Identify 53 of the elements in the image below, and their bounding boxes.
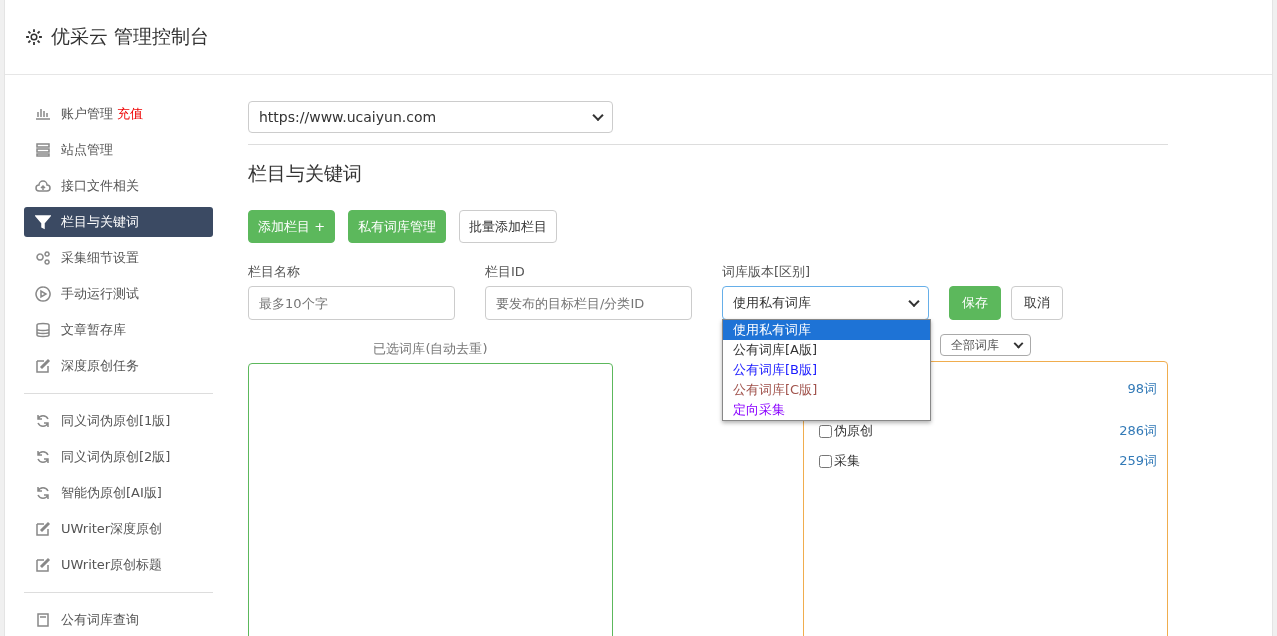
dropdown-option[interactable]: 定向采集 — [723, 400, 930, 420]
recharge-link[interactable]: 充值 — [117, 105, 143, 123]
database-icon — [35, 322, 51, 338]
refresh-icon — [35, 485, 51, 501]
word-count: 286词 — [1119, 422, 1157, 440]
edit-icon — [35, 521, 51, 537]
sidebar-item[interactable]: 栏目与关键词 — [24, 207, 213, 237]
toolbar-button[interactable]: 批量添加栏目 — [459, 210, 558, 243]
filter-icon — [35, 214, 51, 230]
library-checkbox[interactable] — [819, 424, 832, 438]
dropdown-option[interactable]: 公有词库[B版] — [723, 360, 930, 380]
sidebar-item[interactable]: 同义词伪原创[2版] — [24, 442, 213, 472]
library-name: 采集 — [834, 452, 860, 470]
sidebar-item[interactable]: 公有词库查询 — [24, 605, 213, 635]
library-checkbox[interactable] — [819, 454, 832, 468]
sidebar-item[interactable]: 手动运行测试 — [24, 279, 213, 309]
library-filter-select[interactable]: 全部词库 — [940, 334, 1031, 356]
sidebar-item[interactable]: 账户管理 充值 — [24, 99, 213, 129]
cloud-icon — [35, 178, 51, 194]
settings-icon — [25, 28, 43, 46]
sidebar-item[interactable]: 采集细节设置 — [24, 243, 213, 273]
edit-icon — [35, 358, 51, 374]
word-count: 259词 — [1119, 452, 1157, 470]
book-icon — [35, 612, 51, 628]
chart-icon — [35, 106, 51, 122]
play-icon — [35, 286, 51, 302]
column-name-field[interactable]: 最多10个字 — [248, 286, 455, 320]
field-label: 栏目名称 — [248, 263, 301, 281]
section-title: 栏目与关键词 — [248, 161, 363, 186]
sidebar-item[interactable]: 文章暂存库 — [24, 315, 213, 345]
sidebar-item[interactable]: 接口文件相关 — [24, 171, 213, 201]
dropdown-option[interactable]: 使用私有词库 — [723, 320, 930, 340]
field-label: 词库版本[区别] — [722, 263, 812, 281]
column-id-field[interactable]: 要发布的目标栏目/分类ID — [485, 286, 692, 320]
word-count: 98词 — [1127, 380, 1157, 398]
dropdown-option[interactable]: 公有词库[C版] — [723, 380, 930, 400]
cancel-button[interactable]: 取消 — [1011, 286, 1063, 320]
sidebar-item[interactable]: 站点管理 — [24, 135, 213, 165]
sidebar-item[interactable]: 同义词伪原创[1版] — [24, 406, 213, 436]
refresh-icon — [35, 449, 51, 465]
sidebar-item[interactable]: UWriter原创标题 — [24, 550, 213, 580]
sidebar-item[interactable]: 深度原创任务 — [24, 351, 213, 381]
sidebar-item[interactable]: UWriter深度原创 — [24, 514, 213, 544]
library-name: 伪原创 — [834, 422, 873, 440]
refresh-icon — [35, 413, 51, 429]
dropdown-option[interactable]: 公有词库[A版] — [723, 340, 930, 360]
app-title: 优采云 管理控制台 — [51, 24, 210, 49]
edit-icon — [35, 557, 51, 573]
field-label: 栏目ID — [485, 263, 526, 281]
panel-label: 已选词库(自动去重) — [373, 340, 488, 358]
site-select[interactable]: https://www.ucaiyun.com — [248, 101, 613, 133]
sidebar-item[interactable]: 智能伪原创[AI版] — [24, 478, 213, 508]
server-icon — [35, 142, 51, 158]
